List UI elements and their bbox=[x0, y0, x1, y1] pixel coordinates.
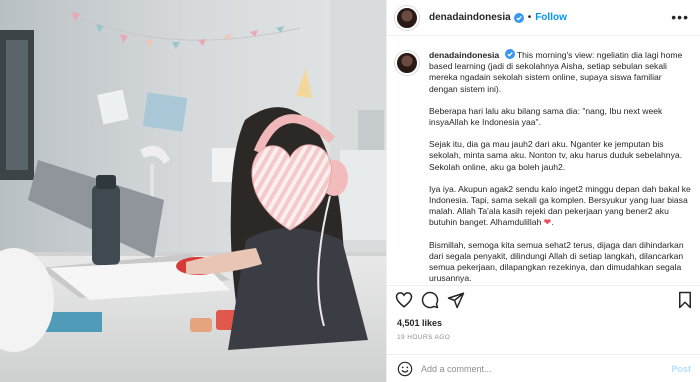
more-options-icon[interactable]: ••• bbox=[671, 10, 689, 24]
post-photo[interactable] bbox=[0, 0, 386, 382]
caption-text: denadaindonesia This morning's view: nge… bbox=[429, 49, 691, 284]
caption-paragraph-3: Sejak itu, dia ga mau jauh2 dari aku. Ng… bbox=[429, 139, 683, 172]
caption-paragraph-5: Bismillah, semoga kita semua sehat2 teru… bbox=[429, 239, 684, 284]
caption-username[interactable]: denadaindonesia bbox=[429, 50, 499, 60]
likes-count[interactable]: 4,501 likes bbox=[397, 318, 442, 328]
photo-illustration bbox=[0, 0, 386, 382]
smiley-icon[interactable] bbox=[397, 361, 413, 377]
heart-outline-icon[interactable] bbox=[395, 291, 413, 309]
verified-badge-icon bbox=[504, 49, 515, 59]
caption-paragraph-2: Beberapa hari lalu aku bilang sama dia: … bbox=[429, 105, 663, 128]
post-timestamp[interactable]: 19 HOURS AGO bbox=[397, 334, 450, 341]
post-header: denadaindonesia • Follow ••• bbox=[387, 0, 700, 36]
action-bar bbox=[387, 285, 700, 313]
author-avatar[interactable] bbox=[395, 5, 419, 30]
author-username[interactable]: denadaindonesia bbox=[429, 12, 511, 23]
bookmark-icon[interactable] bbox=[676, 291, 694, 309]
post-comment-button[interactable]: Post bbox=[671, 364, 691, 374]
caption-avatar[interactable] bbox=[395, 51, 419, 75]
paper-plane-icon[interactable] bbox=[447, 291, 465, 309]
follow-button[interactable]: Follow bbox=[535, 12, 567, 23]
caption-paragraph-4: Iya iya. Akupun agak2 sendu kalo inget2 … bbox=[429, 183, 691, 228]
comment-bar: Post bbox=[387, 354, 700, 382]
post-panel: denadaindonesia • Follow ••• denadaindon… bbox=[386, 0, 700, 382]
comment-bubble-icon[interactable] bbox=[421, 291, 439, 309]
comment-input[interactable] bbox=[421, 363, 651, 374]
caption-section: denadaindonesia This morning's view: nge… bbox=[387, 37, 700, 284]
verified-badge-icon bbox=[513, 12, 524, 23]
red-heart-emoji: ❤ bbox=[543, 217, 552, 228]
dot-separator: • bbox=[527, 12, 532, 23]
